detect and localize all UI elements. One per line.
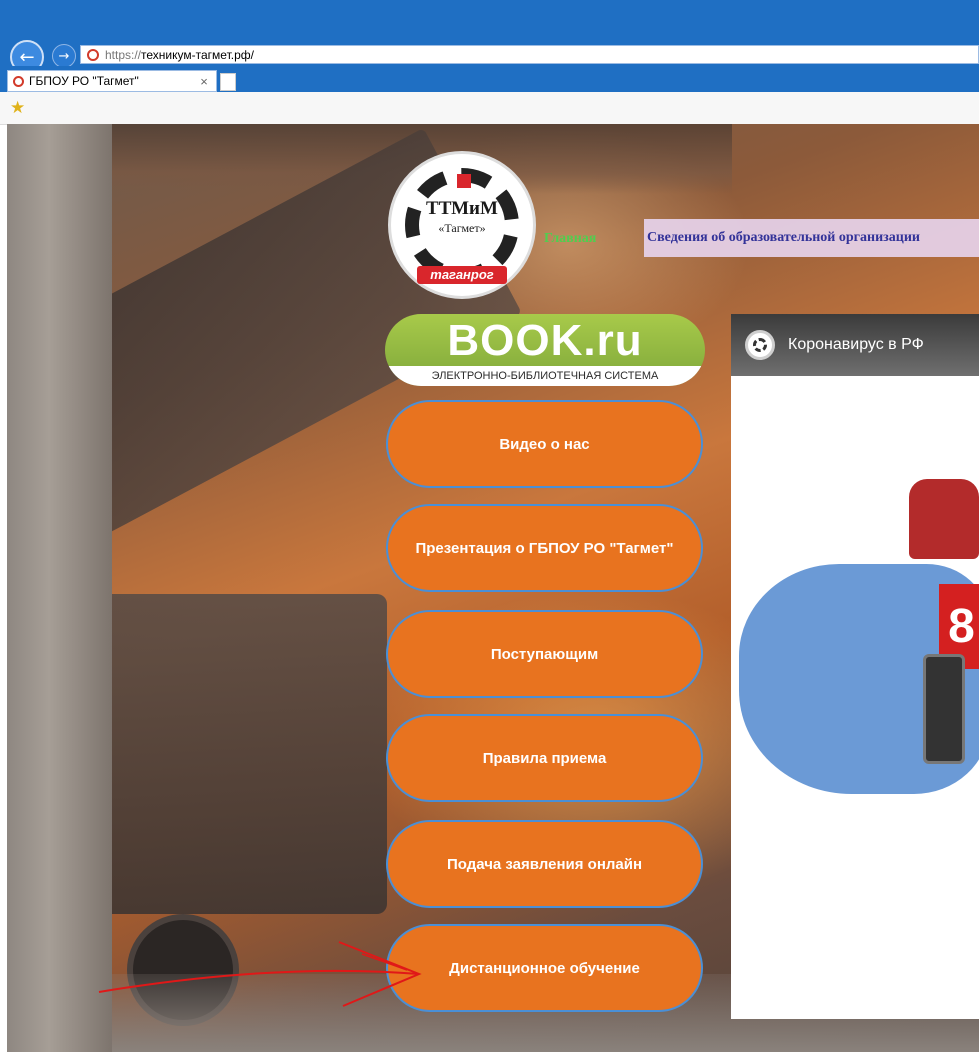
video-embed[interactable]: 8 Коронавирус в РФ xyxy=(731,314,979,1019)
tab-favicon-icon xyxy=(13,75,24,87)
forward-arrow-icon: → xyxy=(58,48,70,64)
bookru-banner[interactable]: BOOK.ru ЭЛЕКТРОННО-БИБЛИОТЕЧНАЯ СИСТЕМА xyxy=(385,314,705,386)
new-tab-button[interactable] xyxy=(220,73,236,91)
site-favicon-icon xyxy=(87,48,99,61)
telephone-icon xyxy=(909,479,979,559)
bookru-logo: BOOK.ru xyxy=(447,316,643,365)
logo-title: ТТМиМ xyxy=(426,198,498,219)
video-title[interactable]: Коронавирус в РФ xyxy=(788,336,924,354)
nav-link-org-info[interactable]: Сведения об образовательной организации xyxy=(644,219,979,257)
admission-rules-button[interactable]: Правила приема xyxy=(386,714,703,802)
nav-link-home[interactable]: Главная xyxy=(544,231,596,247)
mobile-phone-icon xyxy=(923,654,965,764)
video-about-us-button[interactable]: Видео о нас xyxy=(386,400,703,488)
browser-tab[interactable]: ГБПОУ РО "Тагмет" × xyxy=(7,70,217,92)
online-application-button[interactable]: Подача заявления онлайн xyxy=(386,820,703,908)
url-scheme: https:// xyxy=(105,47,142,62)
logo-city: таганрог xyxy=(417,266,507,284)
page-viewport: ТТМиМ «Тагмет» таганрог Главная Сведения… xyxy=(7,124,979,1052)
logo-subtitle: «Тагмет» xyxy=(438,221,486,235)
site-logo[interactable]: ТТМиМ «Тагмет» таганрог xyxy=(388,151,536,299)
distance-learning-button[interactable]: Дистанционное обучение xyxy=(386,924,703,1012)
forward-button[interactable]: → xyxy=(52,44,76,68)
channel-avatar-icon[interactable] xyxy=(745,330,775,360)
favorites-star-icon[interactable]: ★ xyxy=(10,98,25,118)
back-arrow-icon: ← xyxy=(19,46,35,68)
address-bar[interactable]: https:// техникум-тагмет.рф/ xyxy=(80,45,979,64)
video-header: Коронавирус в РФ xyxy=(731,314,979,376)
favorites-bar xyxy=(0,92,979,125)
tab-close-icon[interactable]: × xyxy=(196,74,212,89)
factory-tower-icon xyxy=(457,174,471,188)
tab-title: ГБПОУ РО "Тагмет" xyxy=(29,74,139,88)
presentation-button[interactable]: Презентация о ГБПОУ РО "Тагмет" xyxy=(386,504,703,592)
applicants-button[interactable]: Поступающим xyxy=(386,610,703,698)
bookru-subtitle: ЭЛЕКТРОННО-БИБЛИОТЕЧНАЯ СИСТЕМА xyxy=(385,366,705,386)
browser-titlebar xyxy=(0,0,979,40)
background-rock xyxy=(7,124,112,1052)
url-host: техникум-тагмет.рф/ xyxy=(141,47,254,62)
